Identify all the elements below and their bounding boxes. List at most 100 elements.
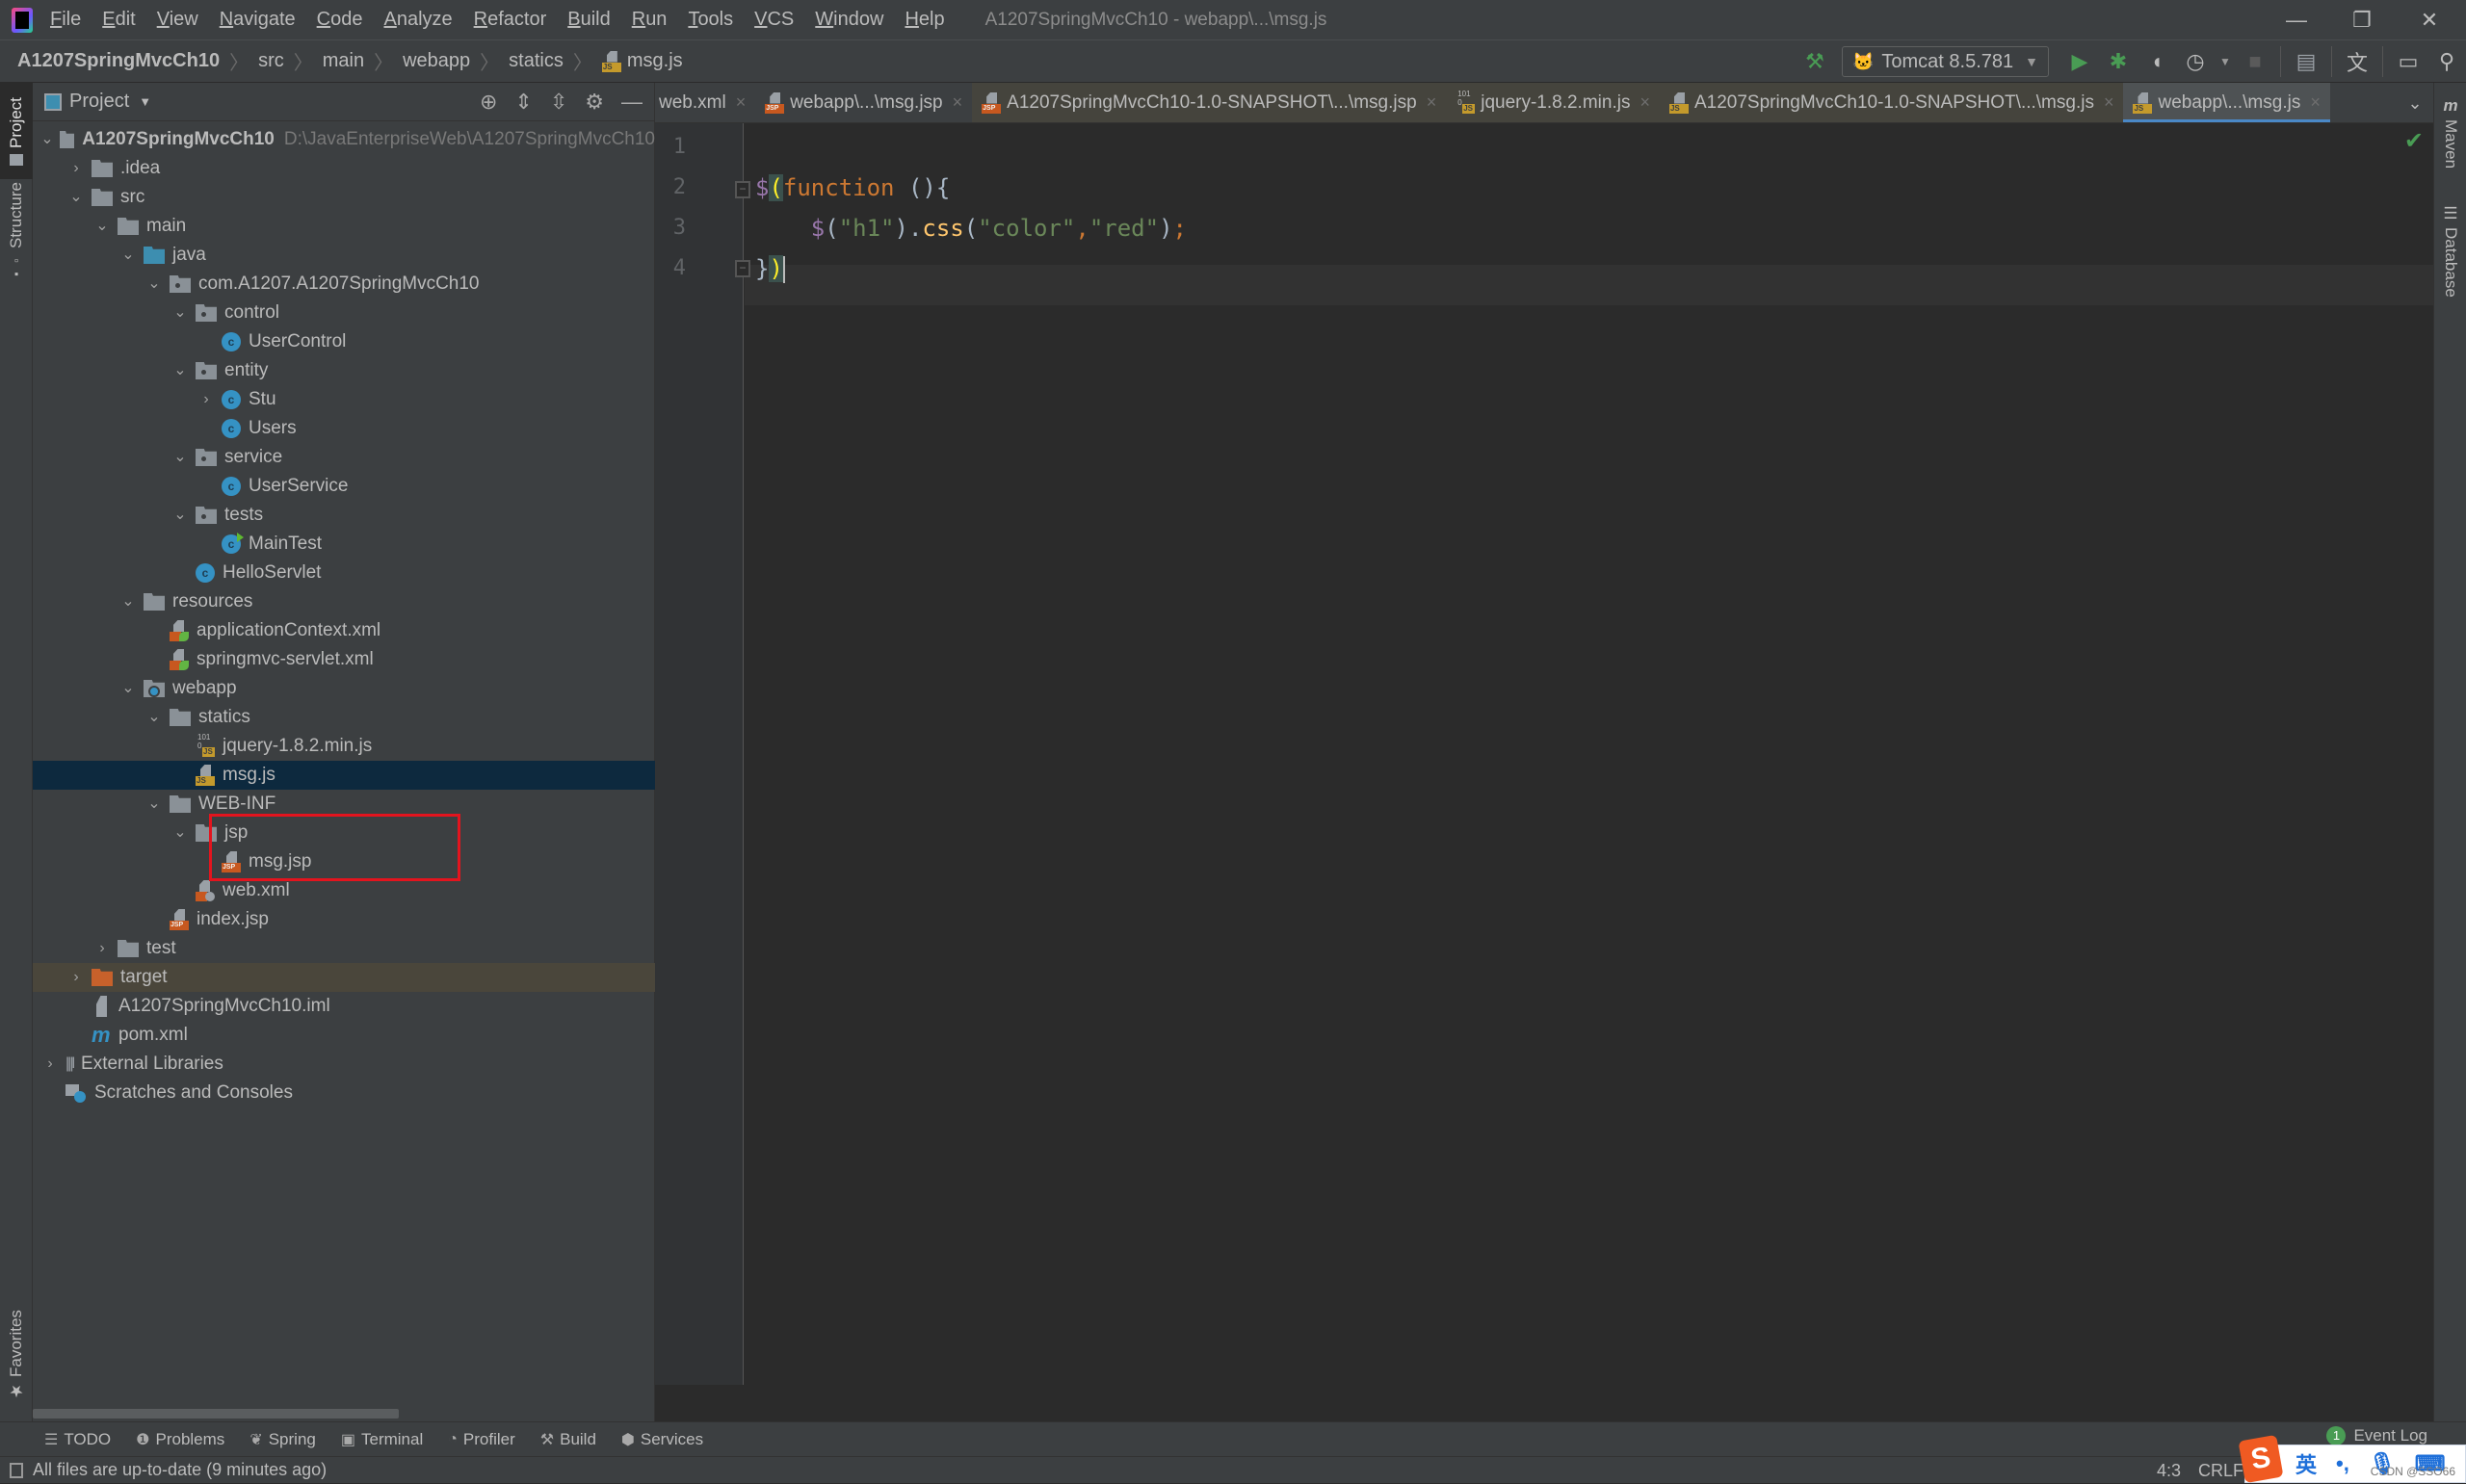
editor-tab[interactable]: 101 0 JS jquery-1.8.2.min.js × [1446,83,1660,122]
menu-vcs[interactable]: VCS [754,9,794,31]
tool-tab-maven[interactable]: m Maven [2434,91,2466,187]
tree-item[interactable]: › |||l External Libraries [33,1050,655,1079]
chevron-down-icon[interactable]: ⌄ [171,356,190,385]
chevron-down-icon[interactable]: ⌄ [171,501,190,530]
tree-item[interactable]: ⌄ statics [33,703,655,732]
chevron-down-icon[interactable]: ⌄ [144,790,164,819]
tool-tab-build[interactable]: ⚒ Build [540,1430,596,1449]
editor-tab[interactable]: web.xml × [655,83,755,122]
debug-icon[interactable]: ✱ [2102,45,2135,78]
tree-item[interactable]: › c Stu [33,385,655,414]
tool-tab-favorites[interactable]: ★ Favorites [0,1306,33,1412]
run-icon[interactable]: ▶ [2063,45,2096,78]
tab-overflow-chevron-icon[interactable]: ⌄ [2400,83,2429,122]
menu-window[interactable]: Window [815,9,883,31]
chevron-right-icon[interactable]: › [40,1050,60,1079]
breadcrumb-src[interactable]: src [258,50,284,72]
tree-item[interactable]: ›cMainTest [33,530,655,559]
tree-item[interactable]: ›applicationContext.xml [33,616,655,645]
line-separator[interactable]: CRLF [2198,1461,2243,1481]
close-tab-icon[interactable]: × [1640,92,1650,113]
tree-item[interactable]: ›JSmsg.js [33,761,655,790]
chevron-down-icon[interactable]: ⌄ [144,703,164,732]
tree-item[interactable]: ›A1207SpringMvcCh10.iml [33,992,655,1021]
ime-language-toggle[interactable]: 英 [2295,1448,2317,1479]
chevron-right-icon[interactable]: › [66,154,86,183]
locate-file-icon[interactable]: ⊕ [480,90,497,115]
code-editor[interactable]: 1 2 3 4 − − $(function (){ $("h1").css("… [655,123,2433,1385]
close-tab-icon[interactable]: × [2310,92,2321,113]
chevron-down-icon[interactable]: ▼ [139,94,151,109]
menu-analyze[interactable]: Analyze [383,9,452,31]
menu-file[interactable]: File [50,9,81,31]
editor-tab[interactable]: JS A1207SpringMvcCh10-1.0-SNAPSHOT\...\ms… [1659,83,2124,122]
project-horizontal-scrollbar[interactable] [33,1409,399,1419]
menu-help[interactable]: Help [905,9,944,31]
tree-item[interactable]: ⌄ tests [33,501,655,530]
menu-view[interactable]: View [157,9,198,31]
sogou-logo-icon[interactable]: S [2238,1434,2284,1484]
chevron-down-icon[interactable]: ⌄ [92,212,112,241]
breadcrumb-file[interactable]: JS msg.js [601,50,683,72]
gear-icon[interactable]: ⚙ [585,90,604,115]
chevron-right-icon[interactable]: › [197,385,216,414]
tree-item[interactable]: › target [33,963,655,992]
project-structure-icon[interactable]: ▤ [2290,45,2322,78]
editor-tab[interactable]: JSP webapp\...\msg.jsp × [755,83,972,122]
chevron-down-icon[interactable]: ⌄ [171,443,190,472]
tool-tab-terminal[interactable]: ▣ Terminal [341,1430,423,1449]
tree-item[interactable]: ›JSPindex.jsp [33,905,655,934]
menu-run[interactable]: Run [632,9,668,31]
tree-item[interactable]: ›web.xml [33,876,655,905]
tool-tab-project[interactable]: Project [0,83,33,179]
project-view-select[interactable]: Project [69,91,129,113]
profile-icon[interactable]: ◷ [2179,45,2212,78]
breadcrumb-statics[interactable]: statics [509,50,564,72]
tool-tab-spring[interactable]: ❦ Spring [249,1430,316,1449]
expand-all-icon[interactable]: ⇕ [514,90,532,115]
tree-item[interactable]: ⌄ java [33,241,655,270]
menu-code[interactable]: Code [317,9,363,31]
menu-edit[interactable]: Edit [102,9,135,31]
ime-punctuation-toggle[interactable]: •, [2336,1451,2349,1476]
restore-button[interactable]: ❐ [2335,4,2389,37]
breadcrumb-project[interactable]: A1207SpringMvcCh10 [17,50,220,72]
checkmark-icon[interactable]: ✔ [2404,127,2424,155]
translate-icon[interactable]: 文 [2341,45,2374,78]
menu-build[interactable]: Build [567,9,610,31]
tree-item[interactable]: ⌄ WEB-INF [33,790,655,819]
fold-collapse-icon[interactable]: − [735,181,750,198]
tree-item[interactable]: ›1010JSjquery-1.8.2.min.js [33,732,655,761]
tree-item[interactable]: ›cUserService [33,472,655,501]
chevron-down-icon[interactable]: ⌄ [118,241,138,270]
hammer-icon[interactable]: ⚒ [1798,45,1831,78]
tree-item[interactable]: ›cHelloServlet [33,559,655,587]
chevron-down-icon[interactable]: ⌄ [66,183,86,212]
tree-item[interactable]: ⌄ A1207SpringMvcCh10 D:\JavaEnterpriseWeb\… [33,125,655,154]
tree-item[interactable]: ›cUsers [33,414,655,443]
caret-position[interactable]: 4:3 [2157,1461,2181,1481]
search-icon[interactable]: ⚲ [2430,45,2463,78]
fold-end-icon[interactable]: − [735,260,750,277]
stop-icon[interactable]: ■ [2239,45,2271,78]
breadcrumb-main[interactable]: main [323,50,364,72]
tree-item[interactable]: ⌄ entity [33,356,655,385]
editor-tab[interactable]: JS webapp\...\msg.js × [2123,83,2331,122]
presentation-icon[interactable]: ▭ [2392,45,2425,78]
editor-tab[interactable]: JSP A1207SpringMvcCh10-1.0-SNAPSHOT\...\m… [972,83,1447,122]
tool-tab-todo[interactable]: ☰ TODO [44,1430,111,1449]
menu-navigate[interactable]: Navigate [220,9,296,31]
run-configuration-select[interactable]: 🐱 Tomcat 8.5.781 ▼ [1841,46,2049,77]
chevron-down-icon[interactable]: ⌄ [171,299,190,327]
tree-item[interactable]: ›mpom.xml [33,1021,655,1050]
chevron-right-icon[interactable]: › [92,934,112,963]
close-tab-icon[interactable]: × [2104,92,2114,113]
close-tab-icon[interactable]: × [953,92,963,113]
menu-tools[interactable]: Tools [688,9,733,31]
tree-item[interactable]: ›JSPmsg.jsp [33,847,655,876]
toggle-tool-windows-icon[interactable] [10,1462,23,1478]
chevron-down-icon[interactable]: ⌄ [118,674,138,703]
chevron-down-icon[interactable]: ⌄ [118,587,138,616]
tool-tab-profiler[interactable]: ◔ Profiler [448,1430,515,1449]
chevron-right-icon[interactable]: › [66,963,86,992]
